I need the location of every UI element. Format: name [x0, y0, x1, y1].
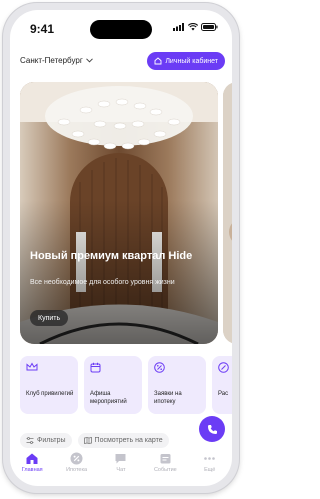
- call-button[interactable]: [199, 416, 225, 442]
- tab-chat[interactable]: Чат: [101, 452, 141, 486]
- cabinet-label: Личный кабинет: [165, 57, 218, 65]
- filters-label: Фильтры: [37, 437, 66, 444]
- phone-frame: 9:41 Санкт-Петербург Личный кабинет Новы…: [3, 3, 239, 493]
- status-bar: 9:41: [10, 10, 232, 46]
- hero-image: [20, 82, 218, 344]
- tile-events-poster[interactable]: Афиша мероприятий: [84, 356, 142, 414]
- tab-label: Ипотека: [66, 467, 88, 473]
- tab-more[interactable]: Ещё: [190, 452, 230, 486]
- dynamic-island: [90, 20, 152, 39]
- hero-title: Новый премиум квартал Hide: [30, 250, 193, 262]
- chat-icon: [115, 454, 126, 464]
- percent-icon: [218, 362, 229, 373]
- hero-banner[interactable]: Новый премиум квартал Hide Все необходим…: [20, 82, 218, 344]
- city-label: Санкт-Петербург: [20, 56, 83, 65]
- more-icon: [204, 457, 216, 460]
- status-icons: [173, 23, 218, 31]
- buy-button[interactable]: Купить: [30, 310, 69, 326]
- app-screen: 9:41 Санкт-Петербург Личный кабинет Новы…: [10, 10, 232, 486]
- wifi-icon: [188, 23, 198, 31]
- map-icon: [83, 437, 92, 444]
- map-label: Посмотреть на карте: [94, 437, 163, 444]
- tile-partial[interactable]: Рас: [212, 356, 232, 414]
- personal-cabinet-button[interactable]: Личный кабинет: [147, 52, 225, 70]
- tile-label: Заявки на ипотеку: [154, 391, 182, 405]
- tile-privileges-club[interactable]: Клуб привилегий: [20, 356, 78, 414]
- filter-row: Фильтры Посмотреть на карте: [20, 433, 169, 449]
- filters-button[interactable]: Фильтры: [20, 433, 72, 448]
- city-selector[interactable]: Санкт-Петербург: [20, 56, 93, 65]
- crown-icon: [26, 362, 38, 371]
- tab-home[interactable]: Главная: [12, 452, 52, 486]
- bottom-tab-bar: Главная Ипотека Чат Событие Ещё: [10, 452, 232, 486]
- top-bar: Санкт-Петербург Личный кабинет: [10, 52, 232, 74]
- next-banner-image: [223, 82, 232, 344]
- event-icon: [160, 454, 171, 464]
- tab-event[interactable]: Событие: [145, 452, 185, 486]
- home-icon: [26, 453, 38, 464]
- tile-mortgage-requests[interactable]: Заявки на ипотеку: [148, 356, 206, 414]
- tab-mortgage[interactable]: Ипотека: [57, 452, 97, 486]
- tile-label: Клуб привилегий: [26, 391, 74, 397]
- tile-label: Рас: [218, 391, 229, 397]
- calendar-icon: [90, 362, 101, 373]
- sliders-icon: [26, 437, 34, 444]
- view-on-map-button[interactable]: Посмотреть на карте: [77, 433, 169, 448]
- percent-icon: [70, 452, 83, 465]
- percent-icon: [154, 362, 165, 373]
- next-banner-peek[interactable]: [223, 82, 232, 344]
- signal-icon: [173, 23, 184, 31]
- chevron-down-icon: [85, 58, 93, 63]
- tab-label: Чат: [116, 467, 126, 473]
- tab-label: Ещё: [204, 467, 216, 473]
- tab-label: Событие: [153, 467, 177, 473]
- phone-icon: [207, 424, 217, 434]
- battery-icon: [201, 23, 218, 31]
- tile-label: Афиша мероприятий: [90, 391, 127, 405]
- hero-subtitle: Все необходимое для особого уровня жизни: [30, 279, 175, 286]
- status-time: 9:41: [30, 22, 55, 36]
- tab-label: Главная: [21, 467, 43, 473]
- home-icon: [154, 57, 162, 65]
- quick-actions: Клуб привилегий Афиша мероприятий Заявки…: [20, 356, 232, 418]
